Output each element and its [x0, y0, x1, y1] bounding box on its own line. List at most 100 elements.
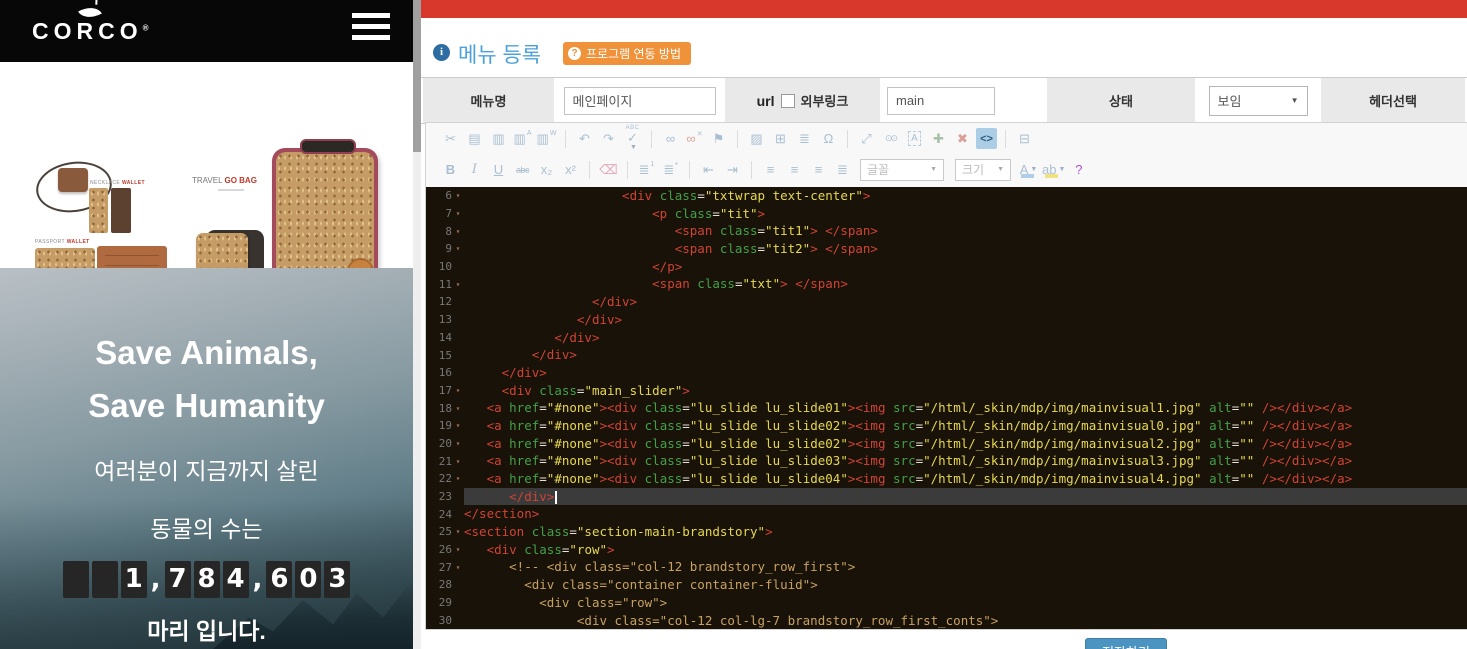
- flag-icon[interactable]: ⚑: [708, 128, 729, 149]
- code-line-19[interactable]: 19▾ <a href="#none"><div class="lu_slide…: [426, 417, 1467, 435]
- print-icon[interactable]: ⊟: [1014, 128, 1035, 149]
- maximize-icon[interactable]: ⤢: [856, 128, 877, 149]
- link-icon[interactable]: ∞: [660, 128, 681, 149]
- code-line-30[interactable]: 30 <div class="col-12 col-lg-7 brandstor…: [426, 612, 1467, 630]
- corco-logo[interactable]: CORCO®: [32, 6, 149, 43]
- code-line-6[interactable]: 6▾ <div class="txtwrap text-center">: [426, 187, 1467, 205]
- outdent-icon[interactable]: ⇤: [698, 159, 719, 180]
- remove-word-icon[interactable]: ✖: [952, 128, 973, 149]
- italic-icon[interactable]: I: [464, 159, 485, 180]
- code-line-15[interactable]: 15 </div>: [426, 346, 1467, 364]
- preview-scrollbar[interactable]: [413, 0, 421, 649]
- code-line-13[interactable]: 13 </div>: [426, 311, 1467, 329]
- size-select[interactable]: 크기▼: [955, 159, 1011, 181]
- fold-arrow-icon[interactable]: ▾: [452, 209, 464, 218]
- fold-arrow-icon[interactable]: ▾: [452, 280, 464, 289]
- code-line-8[interactable]: 8▾ <span class="tit1"> </span>: [426, 222, 1467, 240]
- fold-arrow-icon[interactable]: ▾: [452, 227, 464, 236]
- copy-icon[interactable]: ▤: [464, 128, 485, 149]
- bold-icon[interactable]: B: [440, 159, 461, 180]
- code-line-21[interactable]: 21▾ <a href="#none"><div class="lu_slide…: [426, 452, 1467, 470]
- source-code-area[interactable]: 6▾ <div class="txtwrap text-center">7▾ <…: [426, 187, 1467, 629]
- cut-icon[interactable]: ✂: [440, 128, 461, 149]
- align-justify-icon[interactable]: ≣: [832, 159, 853, 180]
- code-line-7[interactable]: 7▾ <p class="tit">: [426, 205, 1467, 223]
- code-line-9[interactable]: 9▾ <span class="tit2"> </span>: [426, 240, 1467, 258]
- bulleted-list-icon[interactable]: ≣•: [660, 159, 681, 180]
- hero-title-line1: Save Animals,: [0, 334, 413, 372]
- counter-digit-box: 4: [223, 561, 249, 598]
- bg-color-icon[interactable]: ab▼: [1042, 159, 1065, 180]
- paste-icon[interactable]: ▥: [488, 128, 509, 149]
- code-line-18[interactable]: 18▾ <a href="#none"><div class="lu_slide…: [426, 399, 1467, 417]
- code-line-27[interactable]: 27▾ <!-- <div class="col-12 brandstory_r…: [426, 558, 1467, 576]
- numbered-list-icon[interactable]: ≣1: [636, 159, 657, 180]
- code-line-12[interactable]: 12 </div>: [426, 293, 1467, 311]
- find-replace-icon[interactable]: ⊙⊙: [880, 128, 901, 149]
- strikethrough-icon[interactable]: abc: [512, 159, 533, 180]
- align-left-icon[interactable]: ≡: [760, 159, 781, 180]
- code-line-25[interactable]: 25▾<section class="section-main-brandsto…: [426, 523, 1467, 541]
- remove-format-icon[interactable]: ⌫: [598, 159, 619, 180]
- code-line-24[interactable]: 24</section>: [426, 505, 1467, 523]
- fold-arrow-icon[interactable]: ▾: [452, 244, 464, 253]
- code-line-11[interactable]: 11▾ <span class="txt"> </span>: [426, 275, 1467, 293]
- fold-arrow-icon[interactable]: ▾: [452, 563, 464, 572]
- scrollbar-thumb[interactable]: [413, 0, 421, 152]
- url-input[interactable]: [887, 87, 995, 115]
- code-line-14[interactable]: 14 </div>: [426, 329, 1467, 347]
- superscript-icon[interactable]: x²: [560, 159, 581, 180]
- indent-icon[interactable]: ⇥: [722, 159, 743, 180]
- subscript-icon[interactable]: x₂: [536, 159, 557, 180]
- fold-arrow-icon[interactable]: ▾: [452, 545, 464, 554]
- fold-arrow-icon[interactable]: ▾: [452, 439, 464, 448]
- align-center-icon[interactable]: ≡: [784, 159, 805, 180]
- paste-word-icon[interactable]: ▥W: [536, 128, 557, 149]
- program-link-help-button[interactable]: ? 프로그램 연동 방법: [563, 42, 691, 65]
- unlink-icon[interactable]: ∞✕: [684, 128, 705, 149]
- external-link-checkbox[interactable]: [781, 94, 795, 108]
- code-line-17[interactable]: 17▾ <div class="main_slider">: [426, 382, 1467, 400]
- redo-icon[interactable]: ↷: [598, 128, 619, 149]
- fold-arrow-icon[interactable]: ▾: [452, 191, 464, 200]
- code-line-23[interactable]: 23 </div>: [426, 488, 1467, 506]
- text-color-icon[interactable]: A▼: [1018, 159, 1039, 180]
- add-word-icon[interactable]: ✚: [928, 128, 949, 149]
- spellcheck-icon[interactable]: ABC✓▼: [622, 128, 643, 149]
- code-line-16[interactable]: 16 </div>: [426, 364, 1467, 382]
- fold-arrow-icon[interactable]: ▾: [452, 527, 464, 536]
- select-all-icon[interactable]: A: [904, 128, 925, 149]
- line-number: 7: [426, 207, 452, 220]
- code-line-20[interactable]: 20▾ <a href="#none"><div class="lu_slide…: [426, 435, 1467, 453]
- help-icon[interactable]: ?: [1068, 159, 1089, 180]
- toolbar-separator: [651, 130, 652, 148]
- code-line-29[interactable]: 29 <div class="row">: [426, 594, 1467, 612]
- fold-arrow-icon[interactable]: ▾: [452, 474, 464, 483]
- special-character-icon[interactable]: Ω: [818, 128, 839, 149]
- counter-digit-box: 7: [165, 561, 191, 598]
- code-line-28[interactable]: 28 <div class="container container-fluid…: [426, 576, 1467, 594]
- underline-icon[interactable]: U: [488, 159, 509, 180]
- save-button[interactable]: 저장하기: [1085, 638, 1167, 649]
- status-select[interactable]: 보임 ▼: [1209, 86, 1308, 116]
- image-icon[interactable]: ▨: [746, 128, 767, 149]
- fold-arrow-icon[interactable]: ▾: [452, 421, 464, 430]
- fold-arrow-icon[interactable]: ▾: [452, 404, 464, 413]
- fold-arrow-icon[interactable]: ▾: [452, 386, 464, 395]
- font-select[interactable]: 글꼴▼: [860, 159, 944, 181]
- align-right-icon[interactable]: ≡: [808, 159, 829, 180]
- paste-text-icon[interactable]: ▥A: [512, 128, 533, 149]
- table-icon[interactable]: ⊞: [770, 128, 791, 149]
- line-number: 22: [426, 472, 452, 485]
- code-line-22[interactable]: 22▾ <a href="#none"><div class="lu_slide…: [426, 470, 1467, 488]
- undo-icon[interactable]: ↶: [574, 128, 595, 149]
- horizontal-line-icon[interactable]: ≣: [794, 128, 815, 149]
- source-icon[interactable]: <>: [976, 128, 997, 149]
- menu-name-input[interactable]: [564, 87, 716, 115]
- line-number: 17: [426, 384, 452, 397]
- code-line-10[interactable]: 10 </p>: [426, 258, 1467, 276]
- toolbar-separator: [1005, 130, 1006, 148]
- hamburger-menu-icon[interactable]: [352, 13, 390, 47]
- fold-arrow-icon[interactable]: ▾: [452, 457, 464, 466]
- code-line-26[interactable]: 26▾ <div class="row">: [426, 541, 1467, 559]
